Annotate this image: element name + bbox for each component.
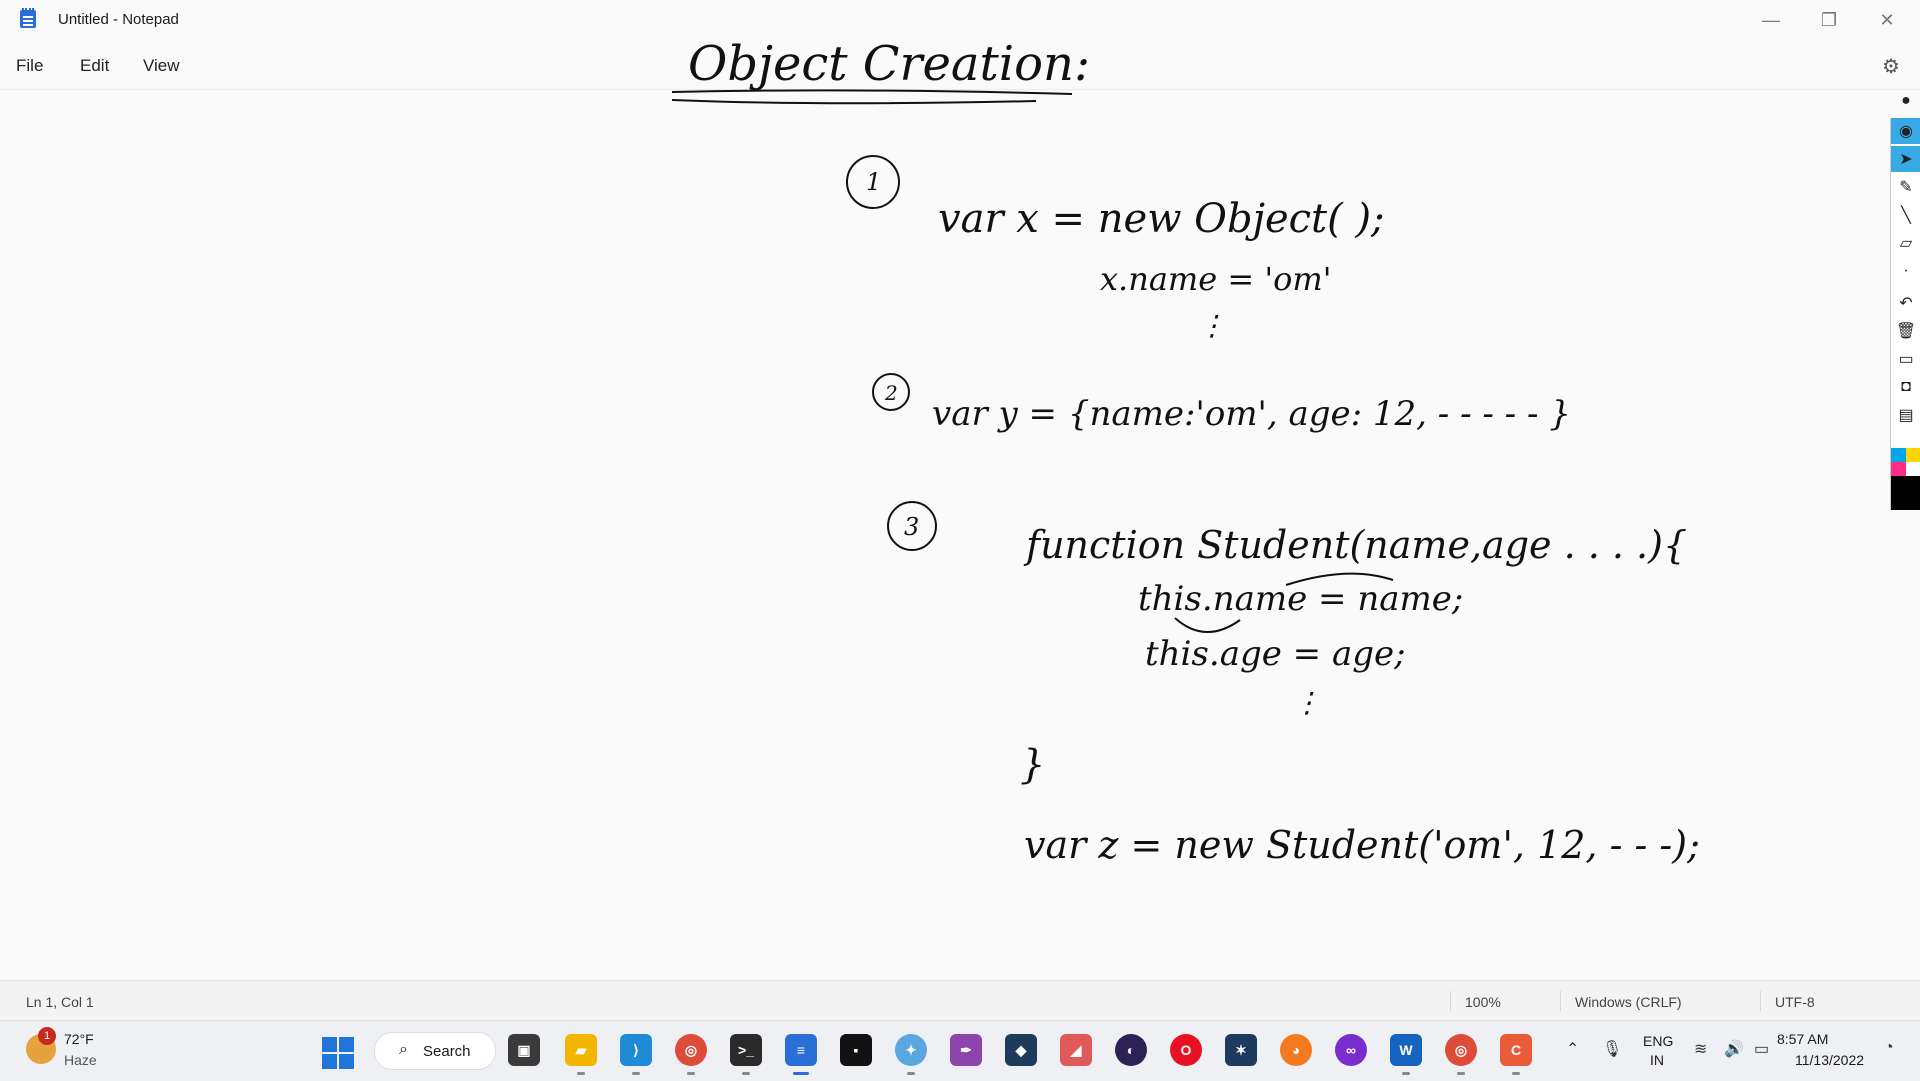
line-icon[interactable]: ╲: [1891, 202, 1920, 228]
dot-icon[interactable]: ·: [1891, 258, 1920, 284]
ink-layer: Object Creation: 1 var x = new Object( )…: [671, 36, 1700, 867]
taskbar: 1 72°F Haze ⌕ Search ▣ ▰ ⟩ ◎ >_ ≡ ▪ ✦ ✒ …: [0, 1020, 1920, 1081]
code-line-3: function Student(name,age . . . .){: [1023, 523, 1687, 567]
pen-tool-icon[interactable]: ✒: [950, 1034, 982, 1066]
notepad-taskbar-icon[interactable]: ≡: [785, 1034, 817, 1066]
notification-icon[interactable]: ◔: [1884, 1039, 1894, 1057]
taskbar-search[interactable]: ⌕ Search: [374, 1032, 496, 1070]
cursor-position: Ln 1, Col 1: [26, 994, 94, 1010]
volume-icon[interactable]: 🔊: [1724, 1039, 1744, 1059]
running-indicator: [577, 1072, 585, 1075]
color-cyan[interactable]: [1891, 448, 1906, 462]
lightbulb-icon[interactable]: ●: [1891, 88, 1920, 114]
eraser-icon[interactable]: ▱: [1891, 230, 1920, 256]
arrow-this: [1174, 617, 1241, 633]
firefox-icon[interactable]: ◕: [1280, 1034, 1312, 1066]
code-line-1: var x = new Object( );: [938, 196, 1385, 242]
clipboard-icon[interactable]: ▤: [1891, 402, 1920, 428]
color-black[interactable]: [1891, 476, 1920, 510]
terminal-icon[interactable]: >_: [730, 1034, 762, 1066]
battery-icon[interactable]: ▭: [1754, 1039, 1769, 1059]
weather-temp[interactable]: 72°F: [64, 1031, 94, 1047]
language-indicator[interactable]: ENG: [1643, 1033, 1673, 1049]
code-line-1b: x.name = 'om': [1100, 260, 1332, 298]
undo-icon[interactable]: ↶: [1891, 290, 1920, 316]
clock-time[interactable]: 8:57 AM: [1777, 1031, 1828, 1047]
app2-icon[interactable]: ∞: [1335, 1034, 1367, 1066]
color-white[interactable]: [1906, 462, 1920, 476]
num-2: 2: [884, 381, 898, 405]
cmd-icon[interactable]: ▪: [840, 1034, 872, 1066]
color-magenta[interactable]: [1891, 462, 1906, 476]
code-line-3c: this.age = age;: [1145, 634, 1406, 674]
running-indicator: [1457, 1072, 1465, 1075]
num-3: 3: [904, 513, 919, 541]
code-line-2: var y = {name:'om', age: 12, - - - - - }: [932, 394, 1571, 434]
language-region[interactable]: IN: [1650, 1052, 1664, 1068]
running-indicator: [632, 1072, 640, 1075]
status-bar: Ln 1, Col 1 100% Windows (CRLF) UTF-8: [0, 980, 1920, 1021]
cursor-icon[interactable]: ➤: [1891, 146, 1920, 172]
start-button[interactable]: [322, 1037, 354, 1069]
running-indicator: [1512, 1072, 1520, 1075]
running-indicator: [907, 1072, 915, 1075]
search-label: Search: [423, 1043, 471, 1060]
eye-icon[interactable]: ◉: [1891, 118, 1920, 144]
color-yellow[interactable]: [1906, 448, 1920, 462]
num-1: 1: [866, 168, 881, 196]
running-indicator: [687, 1072, 695, 1075]
pen-icon[interactable]: ✎: [1891, 174, 1920, 200]
running-indicator: [742, 1072, 750, 1075]
trash-icon[interactable]: 🗑: [1891, 318, 1920, 344]
divider: [1450, 991, 1451, 1011]
weather-condition[interactable]: Haze: [64, 1052, 97, 1068]
chevron-up-icon[interactable]: ⌃: [1566, 1039, 1579, 1059]
microphone-icon[interactable]: 🎙: [1602, 1039, 1622, 1059]
file-explorer-icon[interactable]: ▰: [565, 1034, 597, 1066]
encoding: UTF-8: [1775, 994, 1815, 1010]
divider: [1760, 991, 1761, 1011]
paint-icon[interactable]: ✦: [895, 1034, 927, 1066]
divider: [1560, 991, 1561, 1011]
ellipsis-3: ⋮: [1293, 686, 1321, 719]
ellipsis-1: ⋮: [1198, 309, 1226, 342]
vs-code-icon[interactable]: ⟩: [620, 1034, 652, 1066]
task-view-icon[interactable]: ▣: [508, 1034, 540, 1066]
chrome2-icon[interactable]: ◎: [1445, 1034, 1477, 1066]
code-line-3d: }: [1020, 742, 1045, 788]
wifi-icon[interactable]: ≋: [1694, 1039, 1707, 1059]
active-indicator: [793, 1072, 809, 1075]
camera-icon[interactable]: ◘: [1891, 374, 1920, 400]
weather-badge: 1: [38, 1027, 56, 1045]
chrome-icon[interactable]: ◎: [675, 1034, 707, 1066]
eraser-app-icon[interactable]: ◢: [1060, 1034, 1092, 1066]
zoom-level: 100%: [1465, 994, 1501, 1010]
search-icon: ⌕: [399, 1041, 408, 1058]
mysql-icon[interactable]: ◆: [1005, 1034, 1037, 1066]
handwritten-title: Object Creation:: [688, 36, 1090, 92]
running-indicator: [1402, 1072, 1410, 1075]
eclipse-icon[interactable]: ◐: [1115, 1034, 1147, 1066]
line-ending: Windows (CRLF): [1575, 994, 1682, 1010]
title-underline-2: [671, 99, 1037, 105]
webex-icon[interactable]: W: [1390, 1034, 1422, 1066]
opera-icon[interactable]: O: [1170, 1034, 1202, 1066]
app3-icon[interactable]: C: [1500, 1034, 1532, 1066]
screen-icon[interactable]: ▭: [1891, 346, 1920, 372]
clock-date[interactable]: 11/13/2022: [1795, 1052, 1864, 1068]
annotation-toolbar: ● ◉ ➤ ✎ ╲ ▱ · ↶ 🗑 ▭ ◘ ▤: [1890, 92, 1920, 510]
app-icon[interactable]: ✶: [1225, 1034, 1257, 1066]
code-line-4: var z = new Student('om', 12, - - -);: [1024, 823, 1700, 867]
code-line-3b: this.name = name;: [1138, 579, 1463, 619]
